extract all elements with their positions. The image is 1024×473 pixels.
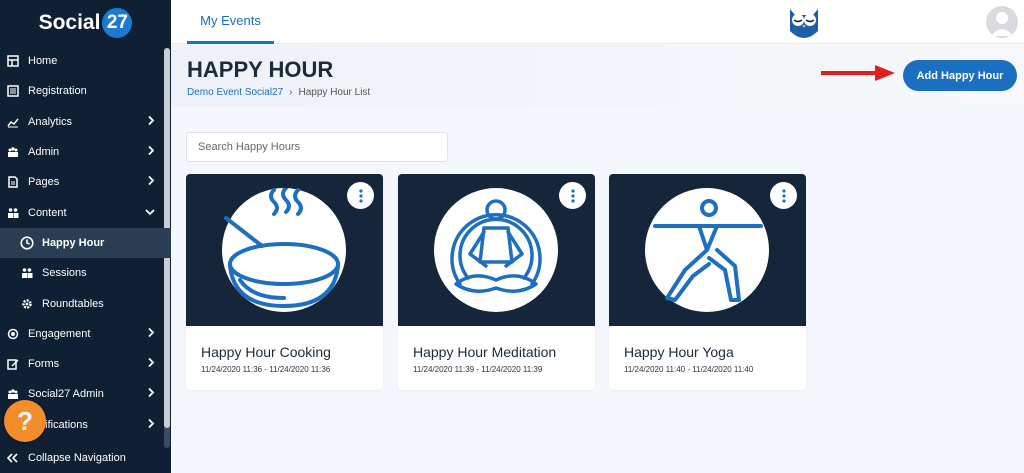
page-header: HAPPY HOUR Demo Event Social27 › Happy H… xyxy=(171,45,1024,107)
chevron-right-icon xyxy=(148,176,155,189)
breadcrumb-separator-icon: › xyxy=(289,87,293,98)
card-image xyxy=(609,174,806,326)
card-menu-button[interactable] xyxy=(347,182,374,209)
cooking-pan-icon xyxy=(224,188,340,309)
happy-hour-card-yoga[interactable]: Happy Hour Yoga 11/24/2020 11:40 - 11/24… xyxy=(609,174,806,390)
user-avatar[interactable] xyxy=(986,6,1018,38)
collapse-navigation-label: Collapse Navigation xyxy=(28,452,126,464)
sidebar-item-label: Content xyxy=(28,206,67,219)
help-button[interactable]: ? xyxy=(4,400,46,442)
chevron-right-icon xyxy=(148,388,155,401)
logo-badge: 27 xyxy=(102,8,133,38)
card-date: 11/24/2020 11:40 - 11/24/2020 11:40 xyxy=(624,365,754,374)
logo[interactable]: Social 27 xyxy=(0,0,171,46)
card-title: Happy Hour Meditation xyxy=(413,344,557,360)
sidebar-item-analytics[interactable]: Analytics xyxy=(0,107,171,137)
chevron-right-icon xyxy=(148,357,155,371)
registration-icon xyxy=(6,84,20,98)
sidebar-item-label: Forms xyxy=(28,358,60,371)
sidebar-item-forms[interactable]: Forms xyxy=(0,349,171,379)
meditation-icon xyxy=(450,199,542,293)
card-menu-button[interactable] xyxy=(559,182,586,209)
kebab-icon xyxy=(358,188,363,203)
admin-icon xyxy=(6,145,20,159)
owl-logo-icon xyxy=(785,3,823,48)
sidebar-item-roundtables[interactable]: Roundtables xyxy=(0,288,171,318)
sidebar-item-content[interactable]: Content xyxy=(0,197,171,227)
kebab-icon xyxy=(570,188,575,203)
sessions-icon xyxy=(20,266,34,280)
chevron-right-icon xyxy=(148,327,155,340)
sidebar-item-label: Roundtables xyxy=(42,297,104,310)
happy-hour-card-meditation[interactable]: Happy Hour Meditation 11/24/2020 11:39 -… xyxy=(398,174,595,390)
card-menu-button[interactable] xyxy=(770,182,797,209)
breadcrumb-current: Happy Hour List xyxy=(298,87,371,98)
sidebar-item-registration[interactable]: Registration xyxy=(0,76,171,106)
breadcrumb-event-link[interactable]: Demo Event Social27 xyxy=(187,87,283,98)
top-bar: My Events xyxy=(171,0,1024,44)
sidebar-item-label: Happy Hour xyxy=(42,236,105,249)
card-title: Happy Hour Cooking xyxy=(201,344,331,360)
card-date: 11/24/2020 11:39 - 11/24/2020 11:39 xyxy=(413,365,543,374)
sidebar-item-label: Pages xyxy=(28,176,60,189)
red-arrow-annotation xyxy=(821,65,895,81)
chevron-right-icon xyxy=(148,418,155,431)
sidebar-item-sessions[interactable]: Sessions xyxy=(0,258,171,288)
forms-icon xyxy=(6,357,20,371)
logo-text: Social xyxy=(38,11,101,34)
card-image xyxy=(186,174,383,326)
sidebar-item-admin[interactable]: Admin xyxy=(0,137,171,167)
chevron-right-icon xyxy=(148,115,155,128)
happy-hour-card-cooking[interactable]: Happy Hour Cooking 11/24/2020 11:36 - 11… xyxy=(186,174,383,390)
add-happy-hour-button[interactable]: Add Happy Hour xyxy=(903,60,1017,91)
tab-my-events[interactable]: My Events xyxy=(187,0,274,44)
sidebar-item-label: Social27 Admin xyxy=(28,388,104,401)
chevron-right-icon xyxy=(148,145,155,159)
double-chevron-left-icon xyxy=(6,453,20,463)
home-icon xyxy=(6,54,20,68)
sidebar-item-pages[interactable]: Pages xyxy=(0,167,171,197)
card-title: Happy Hour Yoga xyxy=(624,344,734,360)
sidebar-nav: Home Registration Analytics Admin Pages … xyxy=(0,46,171,440)
sidebar-item-label: Engagement xyxy=(28,327,91,340)
sidebar-item-label: Sessions xyxy=(42,267,87,280)
admin-icon xyxy=(6,387,20,401)
content-icon xyxy=(6,206,20,220)
sidebar-item-label: Admin xyxy=(28,146,60,159)
sidebar-item-happy-hour[interactable]: Happy Hour xyxy=(0,227,171,259)
card-image xyxy=(398,174,595,326)
analytics-icon xyxy=(6,115,20,129)
yoga-icon xyxy=(653,199,763,302)
search-input[interactable] xyxy=(186,132,448,162)
clock-icon xyxy=(20,236,34,250)
question-mark-icon: ? xyxy=(17,405,33,436)
gear-icon xyxy=(20,297,34,311)
breadcrumb: Demo Event Social27 › Happy Hour List xyxy=(187,87,370,98)
kebab-icon xyxy=(781,188,786,203)
sidebar-item-label: Home xyxy=(28,55,58,68)
card-date: 11/24/2020 11:36 - 11/24/2020 11:36 xyxy=(201,365,331,374)
chevron-down-icon xyxy=(145,207,155,219)
sidebar-item-label: Registration xyxy=(28,85,87,98)
sidebar-item-home[interactable]: Home xyxy=(0,46,171,76)
sidebar-item-label: Analytics xyxy=(28,115,73,128)
sidebar: Social 27 Home Registration Analytics Ad… xyxy=(0,0,171,473)
engagement-icon xyxy=(6,327,20,341)
pages-icon xyxy=(6,175,20,189)
sidebar-item-engagement[interactable]: Engagement xyxy=(0,319,171,349)
collapse-navigation-button[interactable]: Collapse Navigation xyxy=(0,443,171,473)
page-title: HAPPY HOUR xyxy=(187,57,334,82)
